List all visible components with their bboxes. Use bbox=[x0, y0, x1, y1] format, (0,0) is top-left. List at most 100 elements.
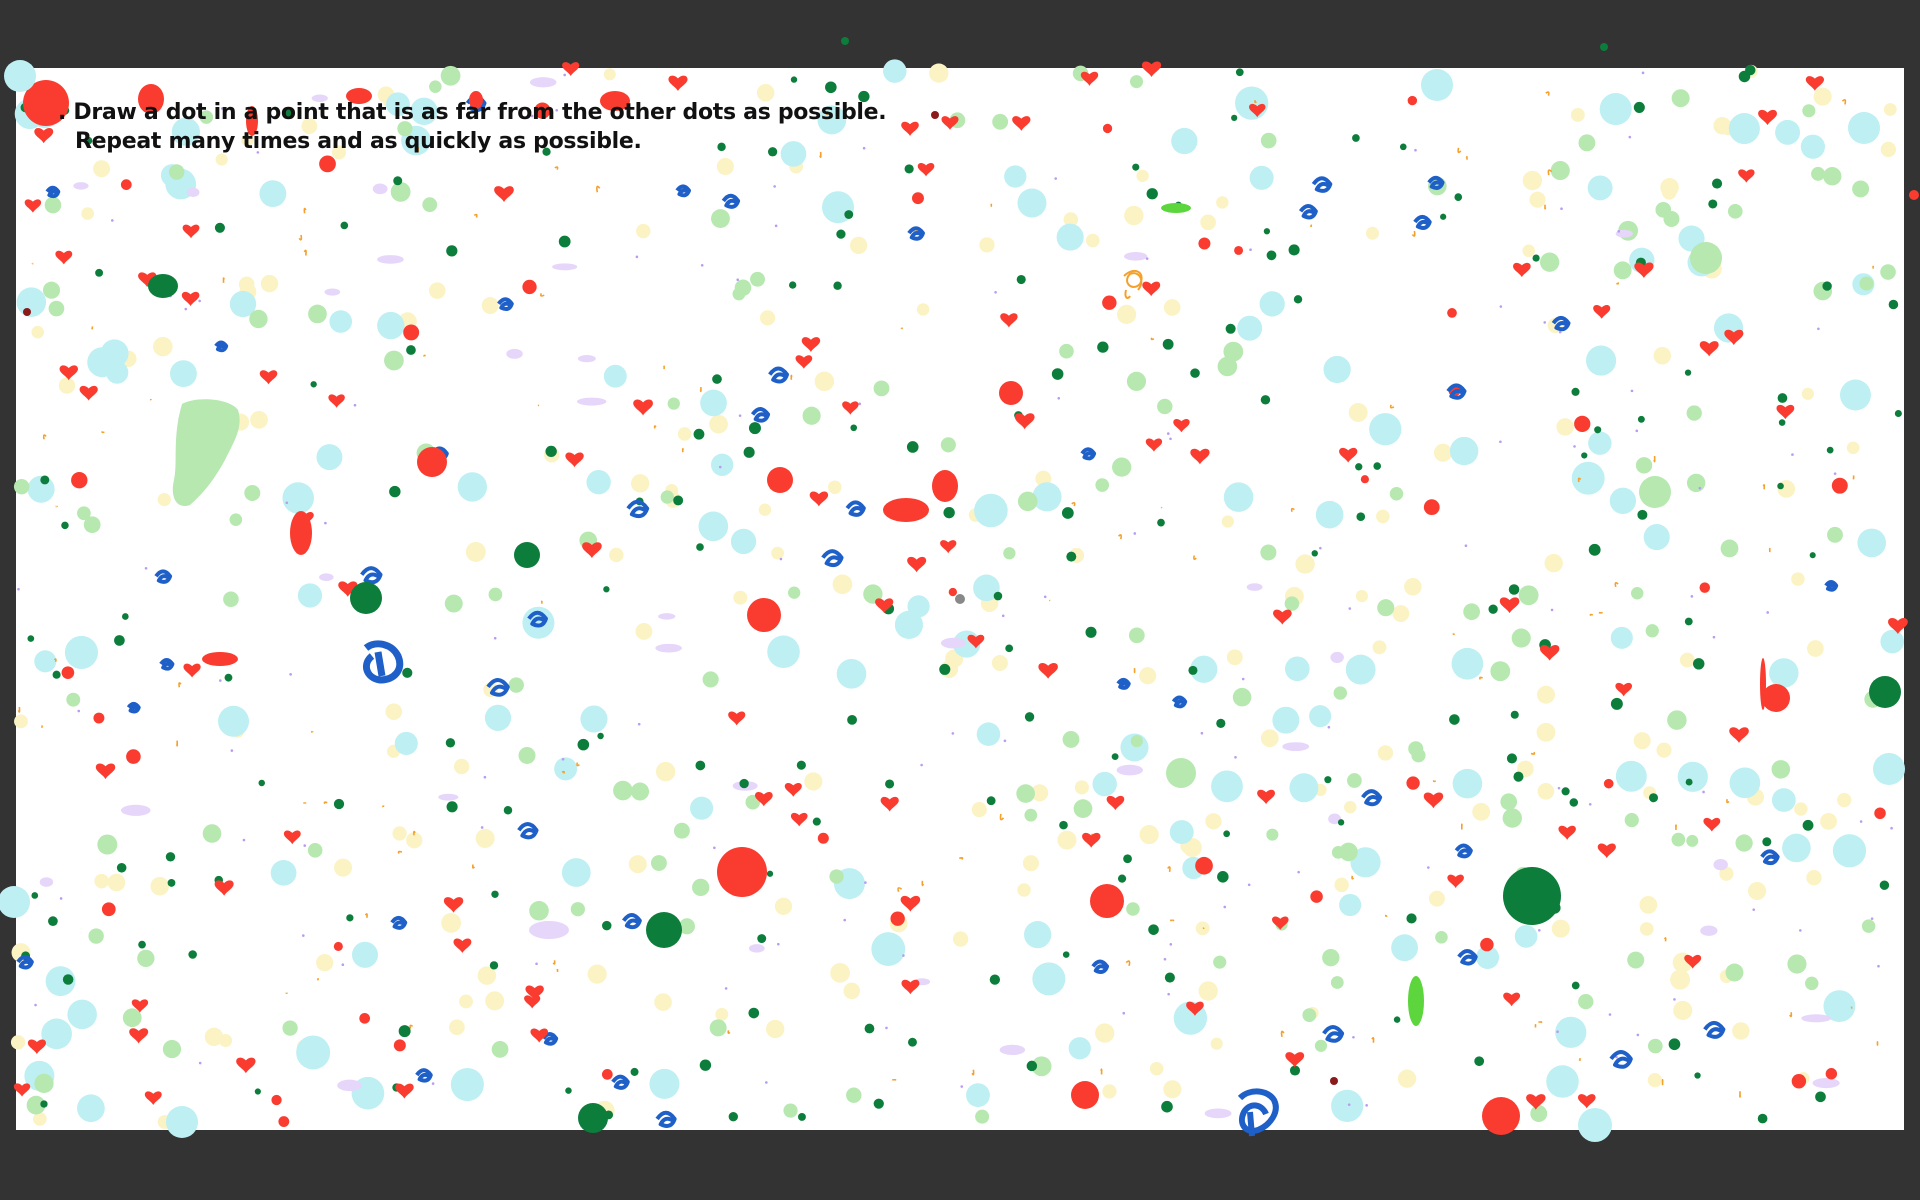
yellow-dot bbox=[1633, 732, 1651, 750]
speck bbox=[1166, 432, 1170, 435]
speck bbox=[324, 521, 327, 525]
orange-stroke bbox=[1614, 581, 1619, 587]
light-blue-dot bbox=[836, 658, 867, 689]
light-green-dot bbox=[390, 181, 411, 202]
orange-stroke bbox=[382, 805, 385, 808]
yellow-dot bbox=[1820, 812, 1837, 830]
green-dot bbox=[565, 1087, 572, 1094]
heart-icon bbox=[917, 162, 935, 177]
orange-stroke bbox=[1726, 798, 1730, 804]
green-dot bbox=[1406, 913, 1417, 924]
speck bbox=[1859, 820, 1863, 823]
yellow-dot bbox=[1139, 824, 1159, 845]
light-green-dot bbox=[650, 855, 667, 871]
light-green-dot bbox=[1112, 457, 1132, 477]
dots-layer[interactable] bbox=[0, 0, 1920, 1200]
blue-scribble bbox=[154, 569, 173, 584]
yellow-dot bbox=[765, 1019, 785, 1039]
yellow-dot bbox=[1639, 922, 1654, 936]
green-dot bbox=[812, 817, 821, 826]
light-green-dot bbox=[34, 1073, 54, 1094]
light-green-dot bbox=[1062, 731, 1080, 748]
light-blue-dot bbox=[1769, 658, 1799, 688]
yellow-dot bbox=[843, 982, 861, 1000]
lavender-blob bbox=[1246, 583, 1263, 591]
blue-scribble bbox=[415, 1068, 433, 1083]
speck bbox=[17, 587, 20, 591]
instruction-line-2: Repeat many times and as quickly as poss… bbox=[75, 129, 642, 154]
yellow-dot bbox=[715, 1007, 729, 1021]
green-dot bbox=[1260, 395, 1271, 405]
light-green-dot bbox=[1126, 902, 1140, 916]
green-dot bbox=[796, 760, 806, 770]
yellow-dot bbox=[475, 828, 495, 848]
light-green-dot bbox=[1095, 478, 1110, 492]
speck bbox=[637, 722, 641, 726]
speck bbox=[736, 278, 739, 282]
red-dot bbox=[403, 324, 420, 341]
blue-scribble bbox=[1322, 1025, 1345, 1043]
green-dot bbox=[699, 1059, 712, 1071]
speck bbox=[1752, 908, 1756, 911]
green-dot bbox=[402, 667, 413, 678]
green-dot bbox=[1594, 426, 1602, 434]
blue-scribble bbox=[845, 500, 866, 517]
green-dot bbox=[1711, 178, 1723, 189]
green-dot bbox=[712, 374, 722, 384]
light-green-dot bbox=[422, 197, 438, 213]
green-dot bbox=[138, 940, 146, 949]
red-dot bbox=[101, 902, 116, 917]
yellow-dot bbox=[929, 63, 949, 83]
orange-stroke bbox=[303, 207, 307, 214]
yellow-dot bbox=[1536, 722, 1556, 742]
green-dot bbox=[52, 670, 61, 679]
green-dot bbox=[27, 635, 35, 642]
light-blue-dot bbox=[1169, 820, 1194, 845]
blue-scribble bbox=[721, 193, 741, 209]
green-dot bbox=[31, 892, 39, 899]
speck bbox=[718, 465, 722, 469]
orange-stroke bbox=[42, 434, 47, 440]
light-blue-dot bbox=[1571, 461, 1605, 495]
light-green-dot bbox=[42, 281, 61, 299]
yellow-dot bbox=[916, 303, 930, 316]
light-green-dot bbox=[1260, 132, 1277, 149]
green-dot bbox=[1449, 714, 1460, 725]
yellow-dot bbox=[153, 336, 173, 357]
light-blue-dot bbox=[1024, 921, 1052, 949]
light-blue-dot bbox=[1068, 1037, 1091, 1060]
red-dot bbox=[1574, 415, 1591, 433]
lavender-blob bbox=[120, 804, 151, 816]
light-blue-dot bbox=[1235, 86, 1269, 120]
speck bbox=[1877, 964, 1880, 968]
light-green-dot bbox=[709, 1019, 727, 1037]
green-dot bbox=[695, 760, 706, 771]
light-green-dot bbox=[673, 822, 690, 839]
yellow-dot bbox=[1522, 170, 1543, 191]
yellow-dot bbox=[392, 826, 407, 841]
green-dot bbox=[578, 1103, 608, 1133]
green-dot bbox=[514, 542, 540, 568]
yellow-dot bbox=[481, 297, 499, 315]
light-blue-dot bbox=[883, 59, 907, 83]
blue-scribble bbox=[1760, 849, 1780, 866]
blue-scribble bbox=[497, 297, 514, 312]
light-blue-dot bbox=[457, 472, 488, 502]
red-dot bbox=[1447, 308, 1457, 318]
light-blue-dot bbox=[1643, 524, 1670, 551]
light-blue-dot bbox=[1578, 1108, 1612, 1142]
stray-dot bbox=[955, 594, 965, 604]
green-dot bbox=[1097, 341, 1109, 353]
green-dot bbox=[1440, 213, 1447, 220]
green-dot bbox=[1263, 228, 1271, 235]
light-blue-dot bbox=[282, 482, 314, 514]
light-green-dot bbox=[1771, 760, 1791, 779]
green-dot bbox=[1266, 250, 1277, 261]
orange-stroke bbox=[1071, 501, 1076, 507]
light-blue-dot bbox=[1284, 656, 1310, 682]
yellow-dot bbox=[485, 991, 505, 1011]
light-blue-dot bbox=[561, 858, 591, 887]
light-blue-dot bbox=[1615, 760, 1647, 792]
instructions-text: . Draw a dot in a point that is as far f… bbox=[58, 98, 887, 156]
light-blue-dot bbox=[1211, 770, 1243, 803]
